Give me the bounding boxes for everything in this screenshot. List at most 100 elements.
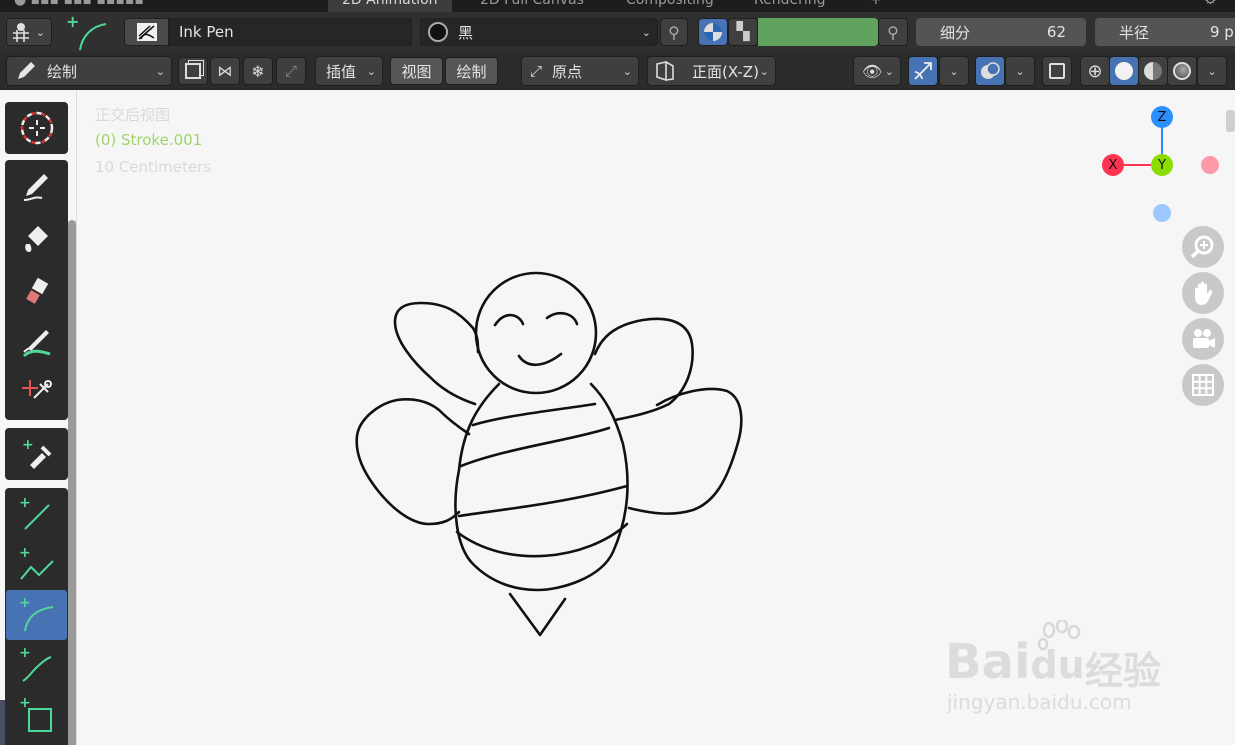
axis-x-button[interactable]: X [1102,154,1124,176]
pan-button[interactable] [1182,272,1224,314]
view-label: 视图 [401,62,432,81]
eyedropper-tool[interactable]: + [6,429,67,479]
curve-tool[interactable]: + [6,640,67,690]
erase-icon [25,277,48,304]
eyedropper-group: + [5,428,68,480]
wireframe-icon: ⊕ [1087,60,1103,82]
axis-y-button[interactable]: Y [1151,154,1173,176]
polyline-tool[interactable]: + [6,540,67,590]
multiframe-button[interactable] [178,57,208,85]
bee-head [474,271,598,395]
material-mode-icon [704,23,722,41]
color-swatch[interactable] [758,18,878,46]
shading-dropdown[interactable]: ⌄ [1197,56,1227,86]
freeze-button[interactable]: ❄ [243,57,273,85]
color-mode-vertex-button[interactable]: ▚ [728,18,758,46]
viewport-scroll-handle[interactable] [1226,110,1235,132]
shading-solid[interactable] [1109,56,1139,86]
left-lower-wing [355,398,471,526]
tint-tool[interactable] [6,318,67,368]
xray-toggle[interactable] [1042,56,1072,86]
object-name: (0) Stroke.001 [95,131,203,149]
pin-color-button[interactable]: ⚲ [878,18,908,46]
ortho-toggle-button[interactable] [1182,364,1224,406]
camera-button[interactable] [1182,318,1224,360]
blender-window: ● ▪▪▪ ▪▪▪ ▪▪▪▪▪ 2D Animation 2D Full Can… [0,0,1235,745]
tab-compositing[interactable]: Compositing [612,0,728,12]
shading-material[interactable] [1138,56,1168,86]
eye-icon: 👁 [862,61,883,81]
bee-drawing [355,271,743,637]
brush-name: Ink Pen [179,23,234,41]
cursor-group [5,102,68,154]
pin-material-button[interactable]: ⚲ [660,18,688,46]
svg-text:+: + [19,495,31,511]
brush-selector[interactable]: Ink Pen [124,18,412,46]
origin-dropdown[interactable]: ⤢ 原点 ⌄ [521,56,639,86]
draw-tool[interactable] [6,162,67,212]
axis-neg-x-button[interactable] [1201,156,1219,174]
3d-viewport[interactable]: 正交后视图 (0) Stroke.001 10 Centimeters Z X [77,90,1235,745]
polyline-icon: + [19,545,54,580]
overlay-toggle[interactable] [975,56,1005,86]
material-name: 黑 [458,23,474,42]
gizmo-dropdown[interactable]: ⌄ [939,56,969,86]
gizmo-toggle[interactable] [908,56,938,86]
overlay-dropdown[interactable]: ⌄ [1005,56,1035,86]
view-menu[interactable]: 视图 [390,57,443,85]
watermark-brand: Baidu [945,634,1085,690]
zoom-button[interactable] [1182,226,1224,268]
axis-neg-z-button[interactable] [1153,204,1171,222]
stinger [508,592,567,637]
guides-button[interactable]: ⤢ [276,57,306,85]
box-tool[interactable]: + [6,690,67,740]
curve-tool-icon: + [66,14,107,51]
tab-2d-full-canvas[interactable]: 2D Full Canvas [466,0,598,12]
tab-settings[interactable]: ⚙ [1190,0,1231,12]
material-selector[interactable]: 黑 ⌄ [420,18,658,46]
draw-tools-group [5,160,68,420]
svg-text:+: + [22,437,34,453]
xray-icon [1049,63,1065,79]
eyedropper-icon: + [22,437,51,469]
tool-settings-header: ⌄ + Ink Pen 黑 ⌄ ⚲ ▚ ⚲ 细分 62 半径 9 p [0,12,1235,52]
watermark-cn: 经验 [1085,649,1162,693]
tab-hidden[interactable]: ● ▪▪▪ ▪▪▪ ▪▪▪▪▪ [0,0,158,12]
smile [517,352,563,367]
tab-rendering[interactable]: Rendering [740,0,840,12]
shading-rendered[interactable] [1167,56,1197,86]
fill-tool[interactable] [6,214,67,264]
tab-2d-animation[interactable]: 2D Animation [328,0,452,12]
tab-add[interactable]: + [856,0,896,12]
cutter-tool[interactable] [6,370,67,420]
visibility-dropdown[interactable]: 👁 ⌄ [853,56,901,86]
radius-field[interactable]: 半径 9 p [1095,18,1235,46]
plane-label: 正面(X-Z) [692,62,759,81]
stripe-3 [457,484,629,518]
gizmo-icon [914,62,932,80]
line-tool[interactable]: + [6,490,67,540]
color-mode-material-button[interactable] [698,18,728,46]
drawing-plane-dropdown[interactable]: 正面(X-Z) ⌄ [647,56,776,86]
brush-settings-button[interactable]: ⌄ [6,18,52,46]
draw-label: 绘制 [456,62,487,81]
arc-tool[interactable]: + [6,590,67,640]
erase-tool[interactable] [6,266,67,316]
draw-menu[interactable]: 绘制 [445,57,498,85]
toolbar-scrollbar[interactable] [68,220,76,745]
watermark-brand-text-2: du [1030,643,1085,687]
tool-shelf: + + + + + + [0,90,77,745]
cursor-tool[interactable] [6,103,67,153]
shading-wireframe[interactable]: ⊕ [1080,56,1110,86]
stripe-2 [459,426,611,468]
mode-dropdown[interactable]: 绘制 ⌄ [6,56,172,86]
interpolate-dropdown[interactable]: 插值 ⌄ [315,56,383,86]
subdivision-field[interactable]: 细分 62 [916,18,1086,46]
symmetry-button[interactable]: ⋈ [210,57,240,85]
left-upper-wing [393,301,480,406]
box-icon: + [19,695,52,732]
radius-value: 9 p [1210,23,1234,41]
right-eye [545,311,579,326]
axis-z-button[interactable]: Z [1151,106,1173,128]
stripe-1 [471,402,597,427]
